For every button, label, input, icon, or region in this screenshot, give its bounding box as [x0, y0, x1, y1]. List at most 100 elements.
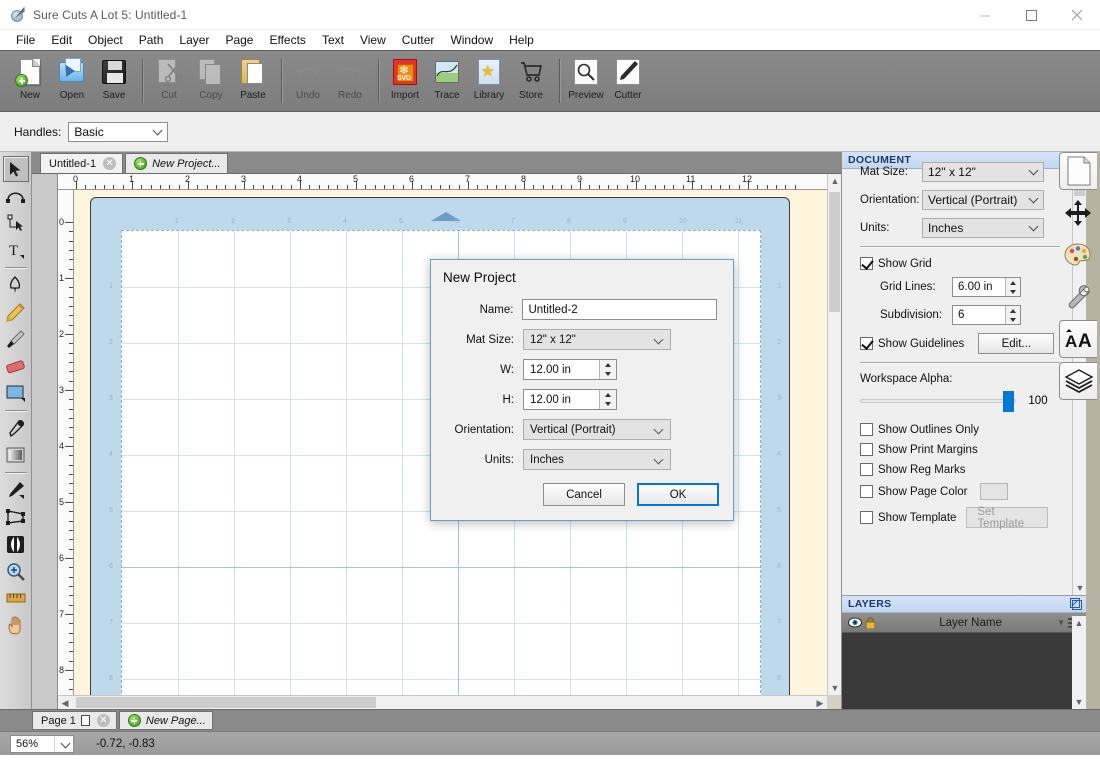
ok-button[interactable]: OK: [637, 483, 719, 506]
grid-lines-decrement[interactable]: [1006, 287, 1020, 296]
subdivision-increment[interactable]: [1006, 306, 1020, 315]
mirror-tool[interactable]: [3, 531, 29, 557]
document-panel-tab[interactable]: [1059, 152, 1097, 190]
layers-panel-tab[interactable]: [1059, 362, 1097, 400]
gradient-tool[interactable]: [3, 442, 29, 468]
scroll-down-icon[interactable]: ▼: [1072, 695, 1086, 709]
grid-lines-increment[interactable]: [1006, 278, 1020, 287]
menu-object[interactable]: Object: [80, 30, 131, 50]
workspace-alpha-slider[interactable]: [860, 391, 1016, 412]
eraser-tool[interactable]: [3, 353, 29, 379]
zoom-tool[interactable]: [3, 558, 29, 584]
show-grid-row[interactable]: Show Grid: [860, 257, 1060, 270]
show-page-color-checkbox[interactable]: [860, 485, 873, 498]
mat-size-select[interactable]: 12" x 12": [922, 162, 1044, 182]
close-circle-icon[interactable]: ✕: [96, 714, 110, 727]
edit-guidelines-button[interactable]: Edit...: [978, 333, 1055, 354]
toolbar-copy-button[interactable]: Copy: [191, 53, 231, 109]
handles-select[interactable]: Basic: [68, 121, 169, 142]
shear-tool[interactable]: [3, 504, 29, 530]
menu-page[interactable]: Page: [217, 30, 261, 50]
minimize-icon[interactable]: [962, 0, 1008, 30]
selection-tool[interactable]: [2, 156, 29, 182]
menu-layer[interactable]: Layer: [171, 30, 217, 50]
vertical-ruler[interactable]: 0 1 2 3 4 5 6 7 8: [58, 190, 74, 695]
layers-scrollbar[interactable]: ▲ ▼: [1072, 616, 1086, 709]
node-edit-tool[interactable]: [3, 210, 29, 236]
vertical-scrollbar[interactable]: ▲ ▼: [827, 174, 841, 695]
toolbar-library-button[interactable]: ★ Library: [469, 53, 509, 109]
menu-help[interactable]: Help: [501, 30, 542, 50]
dialog-height-stepper[interactable]: 12.00 in: [523, 389, 617, 410]
menu-file[interactable]: File: [8, 30, 43, 50]
scroll-right-icon[interactable]: ▶: [813, 696, 827, 709]
horizontal-scroll-thumb[interactable]: [76, 697, 376, 708]
pen-tool[interactable]: [3, 272, 29, 298]
subdivision-stepper[interactable]: 6: [952, 305, 1021, 325]
text-tool[interactable]: T: [3, 237, 29, 263]
page-tab-1[interactable]: Page 1 ✕: [32, 711, 117, 730]
project-name-input[interactable]: Untitled-2: [522, 299, 717, 320]
dialog-width-stepper[interactable]: 12.00 in: [523, 359, 617, 380]
measure-tool[interactable]: [3, 585, 29, 611]
document-tab-untitled-1[interactable]: Untitled-1 ✕: [40, 153, 124, 173]
scroll-down-icon[interactable]: ▼: [1073, 581, 1086, 595]
menu-edit[interactable]: Edit: [43, 30, 80, 50]
document-tab-new-project[interactable]: New Project...: [125, 153, 228, 173]
width-decrement[interactable]: [600, 370, 616, 380]
horizontal-ruler[interactable]: 0 1 2 3 4 5 6 7 8 9 10 11 12: [58, 174, 827, 190]
toolbar-cut-button[interactable]: Cut: [149, 53, 189, 109]
subdivision-decrement[interactable]: [1006, 315, 1020, 324]
close-icon[interactable]: [1054, 0, 1100, 30]
menu-text[interactable]: Text: [314, 30, 352, 50]
show-template-checkbox[interactable]: [860, 511, 873, 524]
zoom-level-select[interactable]: 56%: [10, 734, 74, 753]
page-color-swatch[interactable]: [979, 483, 1008, 500]
style-panel-tab[interactable]: [1059, 236, 1097, 274]
horizontal-scrollbar[interactable]: ◀ ▶: [58, 695, 827, 709]
popout-window-icon[interactable]: [1070, 598, 1082, 610]
show-reg-marks-checkbox[interactable]: [860, 463, 873, 476]
dialog-orientation-select[interactable]: Vertical (Portrait): [523, 419, 671, 440]
cancel-button[interactable]: Cancel: [543, 483, 625, 506]
set-template-button[interactable]: Set Template: [966, 506, 1049, 530]
eyedropper-tool[interactable]: [3, 415, 29, 441]
vertical-scroll-thumb[interactable]: [829, 192, 840, 312]
shape-select-tool[interactable]: [3, 183, 29, 209]
toolbar-new-button[interactable]: New: [10, 53, 50, 109]
maximize-icon[interactable]: [1008, 0, 1054, 30]
dialog-units-select[interactable]: Inches: [523, 449, 671, 470]
tools-panel-tab[interactable]: [1059, 278, 1097, 316]
text-panel-tab[interactable]: A A: [1059, 320, 1097, 358]
pencil-tool[interactable]: [3, 299, 29, 325]
toolbar-paste-button[interactable]: Paste: [233, 53, 273, 109]
hand-tool[interactable]: [3, 612, 29, 638]
show-grid-checkbox[interactable]: [860, 257, 873, 270]
height-decrement[interactable]: [600, 400, 616, 410]
slider-thumb[interactable]: [1003, 391, 1014, 412]
toolbar-save-button[interactable]: Save: [94, 53, 134, 109]
scroll-up-icon[interactable]: ▲: [1072, 616, 1086, 630]
eye-icon[interactable]: [848, 617, 862, 628]
scroll-up-icon[interactable]: ▲: [828, 174, 841, 188]
show-outlines-only-checkbox[interactable]: [860, 423, 873, 436]
show-print-margins-checkbox[interactable]: [860, 443, 873, 456]
menu-view[interactable]: View: [352, 30, 394, 50]
show-guidelines-checkbox[interactable]: [860, 337, 873, 350]
toolbar-open-button[interactable]: Open: [52, 53, 92, 109]
brush-tool[interactable]: [3, 326, 29, 352]
dialog-mat-size-select[interactable]: 12" x 12": [523, 329, 671, 350]
lock-icon[interactable]: [865, 616, 876, 629]
close-circle-icon[interactable]: ✕: [103, 157, 117, 170]
toolbar-redo-button[interactable]: Redo: [330, 53, 370, 109]
knife-tool[interactable]: [3, 477, 29, 503]
orientation-select[interactable]: Vertical (Portrait): [922, 190, 1044, 210]
toolbar-import-button[interactable]: ❄ SVG Import: [385, 53, 425, 109]
height-increment[interactable]: [600, 390, 616, 400]
grid-lines-stepper[interactable]: 6.00 in: [952, 277, 1021, 297]
toolbar-store-button[interactable]: Store: [511, 53, 551, 109]
toolbar-cutter-button[interactable]: Cutter: [608, 53, 648, 109]
width-increment[interactable]: [600, 360, 616, 370]
scroll-down-icon[interactable]: ▼: [828, 681, 841, 695]
scroll-left-icon[interactable]: ◀: [58, 696, 72, 709]
